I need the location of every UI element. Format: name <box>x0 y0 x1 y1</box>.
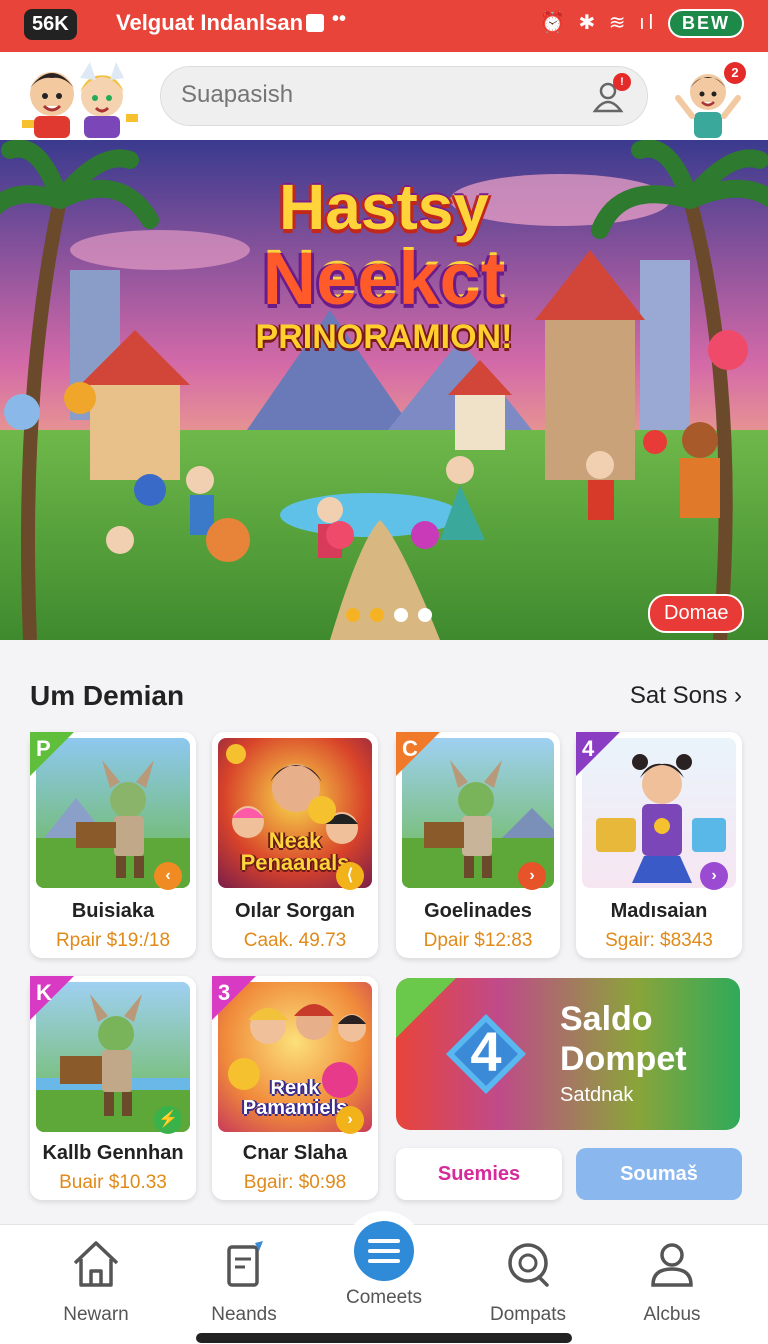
game-name: Oılar Sorgan <box>234 900 356 922</box>
mascot-avatar[interactable] <box>20 58 140 138</box>
tag-label: 4 <box>582 736 595 761</box>
section-title: Um Demian <box>30 680 185 711</box>
game-card[interactable]: C › Goelinades Dpair $12:83 <box>396 732 560 958</box>
nav-item-profile[interactable]: Alcbus <box>612 1239 732 1326</box>
nav-label: Neands <box>211 1304 277 1325</box>
avatar-notification-badge: 2 <box>724 62 746 84</box>
carousel-dot[interactable] <box>418 608 432 622</box>
search-input[interactable] <box>181 81 561 109</box>
play-button[interactable]: › <box>518 862 546 890</box>
nav-label: Newarn <box>63 1304 129 1325</box>
play-button[interactable]: ⚡ <box>154 1106 182 1134</box>
banner-title-line2: Neekct <box>262 237 506 320</box>
game-card[interactable]: K ⚡ Kallb Gennhan Buair $10.33 <box>30 976 196 1200</box>
game-card[interactable]: Neak Penaanals ⟨ Oılar Sorgan Caak. 49.7… <box>212 732 378 958</box>
game-price: Bgair: $0:98 <box>243 1172 347 1193</box>
see-all-link[interactable]: Sat Sons › <box>630 682 742 710</box>
play-button[interactable]: ‹ <box>154 862 182 890</box>
tag-label: C <box>402 736 418 761</box>
promo-banner[interactable]: Hastsy Neekct PRINORAMION! <box>0 140 768 640</box>
game-card[interactable]: 4 › Madısaian Sgair: $8343 <box>576 732 742 958</box>
carousel-dot[interactable] <box>370 608 384 622</box>
chevron-right-icon: › <box>734 682 742 709</box>
wallet-number: 4 <box>470 1020 502 1083</box>
bottom-navigation: Newarn Neands Comeets Dompats Alcbus <box>0 1211 768 1344</box>
game-price: Buair $10.33 <box>59 1172 167 1193</box>
tag-badge: P <box>30 732 74 776</box>
chat-icon <box>508 1243 549 1287</box>
wallet-subtitle: Satdnak <box>560 1084 634 1106</box>
profile-avatar[interactable]: 2 <box>672 58 752 138</box>
game-name: Cnar Slaha <box>242 1142 348 1164</box>
game-price: Dpair $12:83 <box>423 930 533 951</box>
nav-label: Dompats <box>489 1304 567 1325</box>
tag-badge: 4 <box>576 732 620 776</box>
tag-badge: K <box>30 976 74 1020</box>
status-bar: 56K Velguat Indanlsan •• ⏰ ✱ ≋ ıl ⚡ BEW <box>0 0 768 52</box>
nav-item-dompats[interactable]: Dompats <box>468 1239 588 1326</box>
tag-label: K <box>36 980 52 1005</box>
play-button[interactable]: ⟨ <box>336 862 364 890</box>
status-title: Velguat Indanlsan <box>116 10 304 35</box>
tag-badge: 3 <box>212 976 256 1020</box>
status-dots: •• <box>332 8 347 30</box>
banner-subtitle: PRINORAMION! <box>255 318 513 356</box>
search-bar[interactable]: ! <box>160 66 648 126</box>
notification-square-icon <box>306 14 324 32</box>
carousel-dot[interactable] <box>394 608 408 622</box>
game-name: Kallb Gennhan <box>42 1142 184 1164</box>
game-price: Caak. 49.73 <box>243 930 347 951</box>
game-name: Madısaian <box>610 900 708 922</box>
see-all-label: Sat Sons <box>629 682 728 709</box>
notification-badge: ! <box>613 73 631 91</box>
document-icon <box>227 1241 263 1287</box>
carousel-dot[interactable] <box>346 608 360 622</box>
home-indicator <box>196 1333 572 1343</box>
carousel-indicators[interactable] <box>346 608 432 622</box>
wallet-balance-card[interactable]: 4 Saldo Dompet Satdnak <box>396 978 740 1130</box>
game-price: Rpair $19:/18 <box>55 930 171 951</box>
home-icon <box>73 1241 119 1287</box>
wallet-title-line2: Dompet <box>560 1040 687 1078</box>
user-icon[interactable]: ! <box>591 73 631 113</box>
nav-label: Alcbus <box>643 1304 701 1325</box>
tag-badge: C <box>396 732 440 776</box>
play-button[interactable]: › <box>336 1106 364 1134</box>
signal-indicator: 56K <box>24 9 77 40</box>
nav-item-documents[interactable]: Neands <box>184 1239 304 1326</box>
menu-icon <box>354 1221 414 1281</box>
chip-button-left[interactable]: Suemies <box>396 1148 562 1200</box>
nav-item-comments[interactable]: Comeets <box>324 1211 444 1309</box>
profile-icon <box>651 1243 693 1287</box>
game-name: Buisiaka <box>71 900 155 922</box>
chip-button-right[interactable]: Soumaš <box>576 1148 742 1200</box>
tag-label: P <box>36 736 51 761</box>
game-price: Sgair: $8343 <box>605 930 713 951</box>
battery-indicator: BEW <box>668 9 744 38</box>
play-button[interactable]: › <box>700 862 728 890</box>
game-name: Goelinades <box>424 900 532 922</box>
wallet-title-line1: Saldo <box>560 1000 653 1038</box>
nav-item-home[interactable]: Newarn <box>36 1239 156 1326</box>
game-card[interactable]: Renk Pamamiels 3 › Cnar Slaha Bgair: $0:… <box>212 976 378 1200</box>
banner-title-line1: Hastsy <box>279 171 489 243</box>
tag-label: 3 <box>218 980 231 1005</box>
nav-label: Comeets <box>345 1287 423 1308</box>
game-card[interactable]: P ‹ Buisiaka Rpair $19:/18 <box>30 732 196 958</box>
banner-cta-button[interactable]: Domae <box>648 594 745 633</box>
app-header: ! 2 <box>0 52 768 140</box>
